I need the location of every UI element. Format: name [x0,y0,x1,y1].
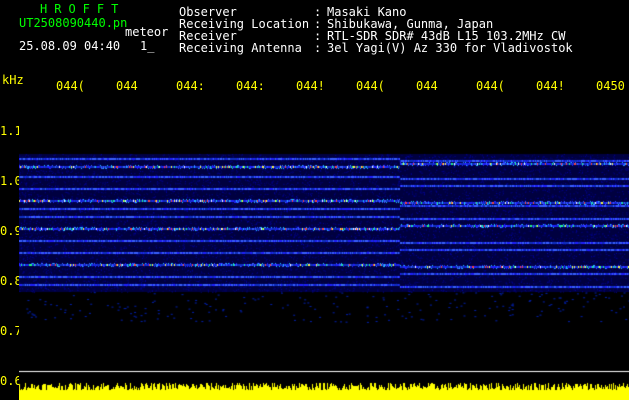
capture-datetime: 25.08.09 04:40 [19,39,121,53]
app-title: HROFFT [40,2,126,16]
page-indicator: 1_ [140,39,155,53]
frequency-unit-label: kHz [2,73,24,87]
time-tick-10: 0450 [596,79,625,93]
file-suffix: meteor [125,25,169,39]
hrofft-window: HROFFT UT2508090440.pn meteor 25.08.09 0… [0,0,629,400]
antenna-label: Receiving Antenna [179,41,302,55]
time-tick-4: 044: [236,79,265,93]
time-tick-6: 044( [356,79,385,93]
waterfall-canvas [19,96,629,400]
time-tick-1: 044( [56,79,85,93]
time-tick-3: 044: [176,79,205,93]
time-tick-2: 044 [116,79,138,93]
file-name: UT2508090440.pn [19,16,128,30]
time-tick-5: 044! [296,79,325,93]
time-tick-9: 044! [536,79,565,93]
time-tick-8: 044( [476,79,505,93]
spectrogram-plot [19,96,629,400]
antenna-value: 3el Yagi(V) Az 330 for Vladivostok [327,41,573,55]
antenna-colon: : [314,41,322,55]
time-tick-7: 044 [416,79,438,93]
